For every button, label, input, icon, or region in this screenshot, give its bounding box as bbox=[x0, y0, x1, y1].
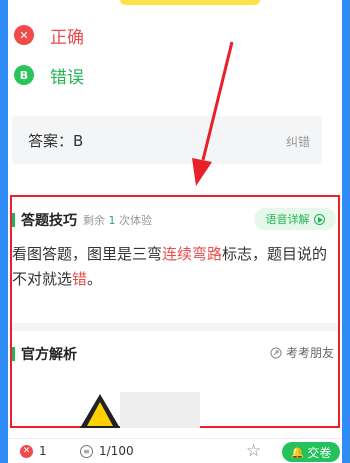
submit-exam-label: 交卷 bbox=[307, 445, 332, 460]
right-edge bbox=[342, 0, 350, 463]
remaining-trials: 剩余 1 次体验 bbox=[83, 214, 152, 227]
option-b-badge: B bbox=[14, 65, 34, 85]
top-tab bbox=[120, 0, 260, 5]
tip-text: 看图答题，图里是三弯连续弯路标志，题目说的不对就选错。 bbox=[12, 245, 328, 288]
report-error-link[interactable]: 纠错 bbox=[286, 133, 310, 150]
progress-indicator[interactable]: ≡ 1/100 bbox=[80, 444, 134, 458]
submit-exam-button[interactable]: 🔔 交卷 bbox=[282, 442, 340, 462]
official-title: 官方解析 bbox=[21, 347, 77, 363]
option-b[interactable]: B 错误 bbox=[14, 62, 84, 88]
option-b-label: 错误 bbox=[50, 67, 84, 88]
bell-icon: 🔔 bbox=[290, 445, 305, 459]
answer-text: 答案：B bbox=[28, 132, 84, 150]
wrong-icon: ✕ bbox=[20, 444, 33, 458]
official-header: 官方解析 bbox=[12, 344, 77, 364]
favorite-star-icon[interactable]: ☆ bbox=[246, 441, 261, 461]
ask-friend-button[interactable]: 考考朋友 bbox=[270, 344, 334, 361]
wrong-count-value: 1 bbox=[39, 444, 47, 458]
left-edge bbox=[0, 0, 8, 463]
wrong-mark-icon: ✕ bbox=[14, 25, 34, 45]
list-icon: ≡ bbox=[80, 444, 93, 458]
play-icon bbox=[313, 213, 325, 225]
ask-friend-label: 考考朋友 bbox=[286, 346, 335, 360]
option-a-label: 正确 bbox=[50, 27, 84, 48]
tips-title: 答题技巧 bbox=[21, 213, 77, 229]
section-bar bbox=[12, 347, 15, 361]
share-icon bbox=[270, 347, 282, 358]
section-bar bbox=[12, 213, 15, 227]
wrong-count[interactable]: ✕ 1 bbox=[20, 444, 47, 458]
option-a[interactable]: ✕ 正确 bbox=[14, 22, 84, 48]
sign-image-background bbox=[120, 392, 200, 428]
voice-explain-button[interactable]: 语音详解 bbox=[254, 208, 336, 230]
answer-box: 答案：B 纠错 bbox=[12, 116, 322, 164]
section-divider bbox=[12, 323, 338, 331]
bottom-bar: ✕ 1 ≡ 1/100 ☆ 🔔 交卷 bbox=[8, 438, 342, 463]
tips-header: 答题技巧 剩余 1 次体验 bbox=[12, 210, 152, 230]
voice-explain-label: 语音详解 bbox=[265, 213, 310, 226]
warning-sign-image bbox=[80, 394, 120, 428]
progress-value: 1/100 bbox=[99, 444, 134, 458]
